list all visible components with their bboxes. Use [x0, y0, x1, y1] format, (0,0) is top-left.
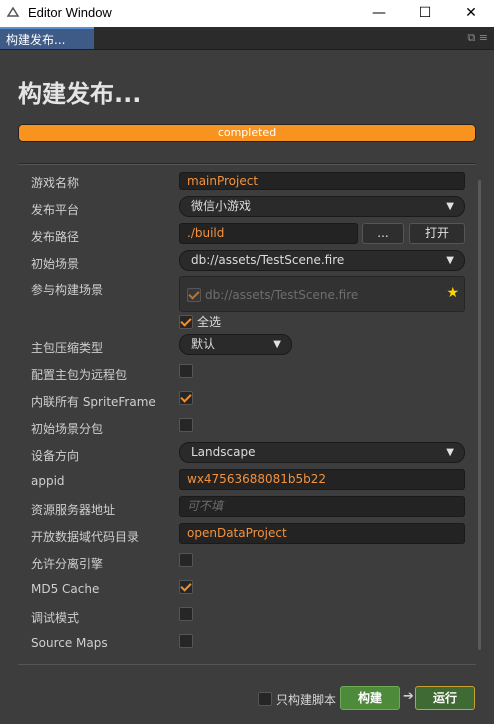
build-path-input[interactable]: ./build	[179, 223, 358, 244]
chevron-down-icon: ▼	[446, 447, 454, 458]
game-name-label: 游戏名称	[31, 176, 80, 190]
compression-value: 默认	[191, 337, 216, 351]
orientation-value: Landscape	[191, 445, 256, 459]
tab-build-publish[interactable]: 构建发布...	[0, 27, 94, 49]
start-scene-select[interactable]: db://assets/TestScene.fire ▼	[179, 250, 465, 271]
open-data-input[interactable]: openDataProject	[179, 523, 465, 544]
scene-checkbox[interactable]	[187, 288, 201, 302]
build-panel: 构建发布... completed 游戏名称 mainProject 发布平台 …	[0, 50, 494, 724]
arrow-right-icon: ➔	[403, 689, 414, 704]
close-button[interactable]: ✕	[448, 0, 494, 27]
build-only-scripts-checkbox[interactable]	[258, 692, 272, 706]
remote-server-input[interactable]: 可不填	[179, 496, 465, 517]
scrollbar[interactable]	[478, 180, 481, 650]
remote-main-checkbox[interactable]	[179, 364, 193, 378]
compression-label: 主包压缩类型	[31, 341, 104, 355]
browse-button[interactable]: ...	[362, 223, 404, 244]
footer-divider	[18, 664, 476, 665]
divider	[18, 163, 476, 165]
source-maps-label: Source Maps	[31, 636, 108, 650]
build-path-label: 发布路径	[31, 230, 80, 244]
appid-label: appid	[31, 474, 65, 488]
chevron-down-icon: ▼	[446, 201, 454, 212]
debug-mode-label: 调试模式	[31, 611, 80, 625]
inline-spriteframe-checkbox[interactable]	[179, 391, 193, 405]
appid-input[interactable]: wx47563688081b5b22	[179, 469, 465, 490]
build-button[interactable]: 构建	[340, 686, 400, 710]
orientation-label: 设备方向	[31, 449, 80, 463]
inline-spriteframe-label: 内联所有 SpriteFrame	[31, 395, 156, 409]
select-all-label: 全选	[197, 315, 222, 329]
tab-bar: 构建发布... ⧉ ≡	[0, 27, 494, 50]
debug-mode-checkbox[interactable]	[179, 607, 193, 621]
window-title: Editor Window	[28, 5, 112, 20]
star-icon: ★	[446, 285, 459, 301]
source-maps-checkbox[interactable]	[179, 634, 193, 648]
start-scene-label: 初始场景	[31, 257, 80, 271]
separate-engine-checkbox[interactable]	[179, 553, 193, 567]
tab-menu-icon[interactable]: ⧉ ≡	[467, 31, 488, 45]
chevron-down-icon: ▼	[446, 255, 454, 266]
open-data-label: 开放数据域代码目录	[31, 530, 140, 544]
page-title: 构建发布...	[18, 80, 142, 108]
included-scenes-label: 参与构建场景	[31, 283, 104, 297]
platform-value: 微信小游戏	[191, 199, 252, 213]
build-only-scripts-label: 只构建脚本	[276, 693, 337, 707]
game-name-input[interactable]: mainProject	[179, 172, 465, 190]
start-scene-value: db://assets/TestScene.fire	[191, 253, 345, 267]
maximize-button[interactable]: ☐	[402, 0, 448, 27]
minimize-button[interactable]: —	[356, 0, 402, 27]
remote-main-label: 配置主包为远程包	[31, 368, 128, 382]
chevron-down-icon: ▼	[273, 339, 281, 350]
compression-select[interactable]: 默认 ▼	[179, 334, 292, 355]
orientation-select[interactable]: Landscape ▼	[179, 442, 465, 463]
build-progress-bar: completed	[18, 124, 476, 142]
run-button[interactable]: 运行	[415, 686, 475, 710]
separate-engine-label: 允许分离引擎	[31, 557, 104, 571]
window-title-bar: Editor Window — ☐ ✕	[0, 0, 494, 27]
platform-select[interactable]: 微信小游戏 ▼	[179, 196, 465, 217]
scene-list: db://assets/TestScene.fire ★	[179, 276, 465, 312]
subpackage-start-checkbox[interactable]	[179, 418, 193, 432]
platform-label: 发布平台	[31, 203, 80, 217]
remote-server-label: 资源服务器地址	[31, 503, 116, 517]
progress-label: completed	[217, 126, 277, 139]
select-all-checkbox[interactable]	[179, 315, 193, 329]
open-folder-button[interactable]: 打开	[409, 223, 465, 244]
app-icon	[6, 6, 20, 17]
md5-cache-label: MD5 Cache	[31, 582, 100, 596]
subpackage-start-label: 初始场景分包	[31, 422, 104, 436]
scene-path: db://assets/TestScene.fire	[205, 288, 359, 302]
md5-cache-checkbox[interactable]	[179, 580, 193, 594]
